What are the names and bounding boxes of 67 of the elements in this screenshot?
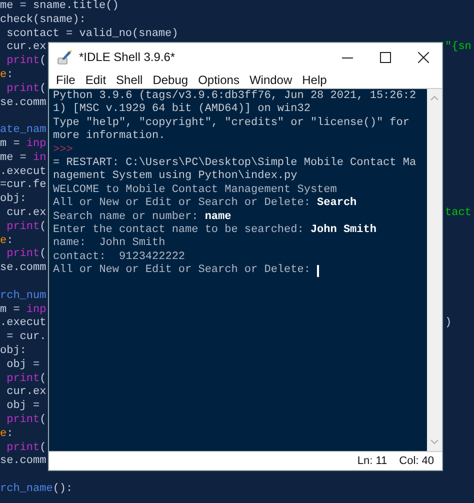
code-line: se.comm (0, 455, 46, 468)
code-line: check(sname): (0, 14, 86, 26)
code-line: print( (6, 55, 46, 68)
code-line: rch_name(): (0, 482, 73, 495)
shell-line: All or New or Edit or Search or Delete: Search (53, 197, 357, 211)
shell-line: Search name or number: name (53, 210, 232, 224)
shell-line: All or New or Edit or Search or Delete: (53, 264, 312, 278)
code-line: scontact = valid_no(sname) (6, 28, 178, 40)
code-line: m = inp (0, 138, 46, 150)
menu-item[interactable]: Debug (148, 72, 194, 86)
scroll-down-icon[interactable] (430, 439, 439, 445)
scroll-up-icon[interactable] (430, 95, 439, 101)
shell-line: contact: 9123422222 (53, 250, 186, 264)
menu-item[interactable]: Window (244, 72, 298, 86)
code-line: print( (6, 248, 46, 260)
line-number-status: Ln: 11 (357, 455, 388, 467)
menu-item[interactable]: Edit (80, 72, 112, 86)
code-line: rch_num (0, 290, 46, 302)
code-line: = cur. (6, 331, 46, 344)
code-line: e: (0, 234, 14, 247)
code-line: =cur.fe (0, 179, 46, 192)
code-line: cur.ex (6, 386, 46, 398)
shell-line: >>> (53, 144, 73, 157)
code-line: se.comm (0, 262, 46, 274)
code-line: .execut (0, 166, 46, 178)
code-line: m = inp (0, 304, 46, 316)
code-line: cur.ex (6, 206, 46, 219)
code-line: ate_nam (0, 124, 46, 136)
code-line: print( (6, 220, 46, 233)
code-line: print( (6, 414, 46, 426)
code-line: "{sn (445, 41, 472, 56)
code-line: print( (6, 442, 46, 454)
shell-line: Python 3.9.6 (tags/v3.9.6:db3ff76, Jun 28 2021, 15:26:2 (53, 90, 416, 103)
column-status: Col: 40 (399, 455, 434, 467)
code-line: obj = (6, 400, 40, 412)
shell-line: Type "help", "copyright", "credits" or "license()" for (53, 116, 410, 130)
menu-item[interactable]: Help (297, 72, 332, 86)
shell-line: WELCOME to Mobile Contact Management System (53, 184, 337, 197)
code-line: e: (0, 428, 14, 440)
menu-item[interactable]: Options (193, 72, 244, 86)
scrollbar[interactable] (427, 89, 442, 451)
close-icon (418, 52, 428, 62)
maximize-icon (380, 52, 390, 62)
code-line: obj: (0, 193, 26, 206)
shell-line: more information. (53, 130, 166, 144)
shell-line: name: John Smith (53, 237, 166, 251)
code-line: obj: (0, 344, 26, 357)
code-line: me = sname.title() (0, 0, 119, 12)
code-line: cur.ex (6, 41, 46, 54)
shell-line: 1) [MSC v.1929 64 bit (AMD64)] on win32 (53, 103, 310, 117)
code-line: print( (6, 372, 46, 385)
shell-line: nagement System using Python\index.py (53, 170, 298, 184)
code-line: print( (6, 82, 46, 95)
shell-line: Enter the contact name to be searched: John Smith (53, 224, 376, 237)
code-line: me = in (0, 152, 46, 164)
code-line: .execut (0, 317, 46, 330)
window-title: *IDLE Shell 3.9.6* (79, 50, 176, 64)
shell-line: = RESTART: C:\Users\PC\Desktop\Simple Mobile Contact Ma (53, 156, 416, 170)
shell-output[interactable] (49, 89, 427, 451)
menu-item[interactable]: Shell (111, 72, 148, 86)
menu-item[interactable]: File (51, 72, 80, 86)
code-line: tact (445, 206, 472, 221)
code-line: obj = (6, 358, 40, 371)
code-line: e: (0, 68, 14, 81)
code-line: se.comm (0, 96, 46, 109)
text-cursor (317, 264, 320, 277)
code-line: ) (445, 317, 452, 332)
